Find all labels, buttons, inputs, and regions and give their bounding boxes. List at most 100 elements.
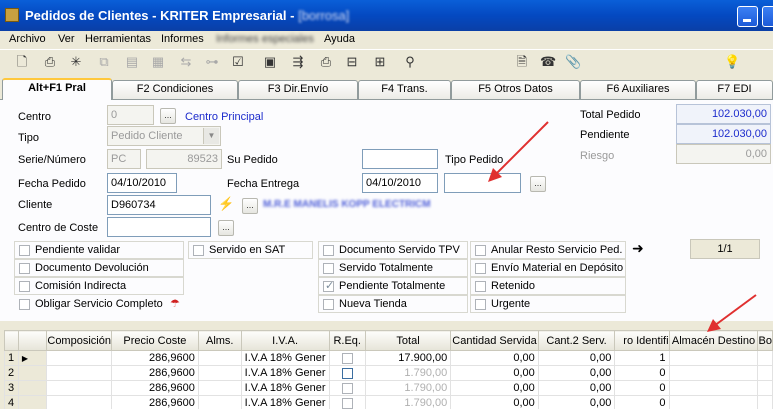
- cell-total[interactable]: 17.900,00: [364, 350, 452, 366]
- col-cant2-serv[interactable]: Cant.2 Serv.: [537, 330, 616, 351]
- cell-total[interactable]: 1.790,00: [364, 380, 452, 396]
- centro-coste-lookup-button[interactable]: ...: [218, 220, 234, 236]
- printer-icon[interactable]: ⎙: [318, 54, 334, 70]
- table-row[interactable]: 2 286,9600 I.V.A 18% Gener 1.790,00 0,00…: [4, 365, 773, 381]
- checkbox-box[interactable]: [19, 263, 30, 274]
- checkbox-box[interactable]: [475, 299, 486, 310]
- tab-pral[interactable]: Alt+F1 Pral: [2, 78, 112, 100]
- tree2-icon[interactable]: ⊞: [372, 54, 388, 70]
- cell-iva[interactable]: I.V.A 18% Gener: [240, 350, 330, 366]
- documento-devolucion-checkbox[interactable]: Documento Devolución: [14, 259, 184, 277]
- fecha-entrega-field[interactable]: 04/10/2010: [362, 173, 438, 193]
- cell-composicion[interactable]: [46, 365, 112, 381]
- cell-bo[interactable]: [757, 395, 773, 409]
- cell-cant2-serv[interactable]: 0,00: [537, 395, 616, 409]
- bulb-icon[interactable]: 💡: [724, 54, 740, 70]
- table-row[interactable]: 1 ▶ 286,9600 I.V.A 18% Gener 17.900,00 0…: [4, 350, 773, 366]
- cell-cantidad-servida[interactable]: 0,00: [450, 350, 539, 366]
- cell-nro-identif[interactable]: 0: [614, 380, 670, 396]
- checkbox-box[interactable]: [193, 245, 204, 256]
- cell-almacen-destino[interactable]: [668, 350, 759, 366]
- cell-almacen-destino[interactable]: [668, 365, 759, 381]
- network-icon[interactable]: ⇶: [290, 54, 306, 70]
- pendiente-validar-checkbox[interactable]: Pendiente validar: [14, 241, 184, 259]
- cell-cant2-serv[interactable]: 0,00: [537, 380, 616, 396]
- checkbox-box[interactable]: [475, 281, 486, 292]
- cell-req[interactable]: [328, 365, 366, 381]
- cell-composicion[interactable]: [46, 380, 112, 396]
- cell-nro-identif[interactable]: 0: [614, 365, 670, 381]
- arrow-right-icon[interactable]: ➜: [632, 240, 644, 257]
- col-precio-coste[interactable]: Precio Coste: [110, 330, 199, 351]
- urgente-checkbox[interactable]: Urgente: [470, 295, 626, 313]
- col-composicion[interactable]: Composición: [46, 330, 112, 351]
- cell-total[interactable]: 1.790,00: [364, 365, 452, 381]
- cell-req[interactable]: [328, 380, 366, 396]
- cell-precio-coste[interactable]: 286,9600: [110, 365, 199, 381]
- cliente-field[interactable]: D960734: [107, 195, 211, 215]
- req-checkbox[interactable]: [341, 382, 353, 394]
- menu-ver[interactable]: Ver: [58, 33, 75, 45]
- cell-composicion[interactable]: [46, 350, 112, 366]
- chevron-down-icon[interactable]: ▼: [203, 128, 219, 144]
- col-total[interactable]: Total: [364, 330, 452, 351]
- checkbox-box[interactable]: [19, 299, 30, 310]
- checkbox-box[interactable]: [323, 263, 334, 274]
- cell-bo[interactable]: [757, 365, 773, 381]
- obligar-servicio-checkbox[interactable]: Obligar Servicio Completo ☂: [14, 295, 184, 313]
- su-pedido-field[interactable]: [362, 149, 438, 169]
- numero-field[interactable]: 89523: [146, 149, 222, 169]
- cell-precio-coste[interactable]: 286,9600: [110, 380, 199, 396]
- paperclip-icon[interactable]: 📎: [565, 54, 581, 70]
- cell-iva[interactable]: I.V.A 18% Gener: [240, 365, 330, 381]
- menu-archivo[interactable]: Archivo: [9, 33, 46, 45]
- cell-nro-identif[interactable]: 1: [614, 350, 670, 366]
- tab-trans[interactable]: F4 Trans.: [358, 80, 451, 99]
- split-icon[interactable]: ⇆: [178, 54, 194, 70]
- cell-nro-identif[interactable]: 0: [614, 395, 670, 409]
- doc-grid-icon[interactable]: ▦: [150, 54, 166, 70]
- serie-field[interactable]: PC: [107, 149, 141, 169]
- col-req[interactable]: R.Eq.: [328, 330, 366, 351]
- new-doc-icon[interactable]: 🗋: [14, 54, 30, 70]
- menu-ayuda[interactable]: Ayuda: [324, 33, 355, 45]
- cell-cantidad-servida[interactable]: 0,00: [450, 365, 539, 381]
- cell-bo[interactable]: [757, 380, 773, 396]
- nueva-tienda-checkbox[interactable]: Nueva Tienda: [318, 295, 468, 313]
- tab-auxiliares[interactable]: F6 Auxiliares: [580, 80, 696, 99]
- print-icon[interactable]: ⎙: [42, 54, 58, 70]
- grid-col-selector[interactable]: [17, 330, 48, 351]
- cell-alms[interactable]: [197, 380, 242, 396]
- minimize-button[interactable]: [737, 6, 758, 27]
- col-alms[interactable]: Alms.: [197, 330, 242, 351]
- table-row[interactable]: 4 286,9600 I.V.A 18% Gener 1.790,00 0,00…: [4, 395, 773, 409]
- centro-coste-field[interactable]: [107, 217, 211, 237]
- notepad-icon[interactable]: 🗎: [514, 54, 530, 70]
- tipo-pedido-lookup-button[interactable]: ...: [530, 176, 546, 192]
- cell-req[interactable]: [328, 395, 366, 409]
- diagram-icon[interactable]: ⊟: [344, 54, 360, 70]
- menu-informes-especiales[interactable]: Informes especiales: [216, 33, 314, 45]
- pendiente-totalmente-checkbox[interactable]: ✓ Pendiente Totalmente: [318, 277, 468, 295]
- cell-req[interactable]: [328, 350, 366, 366]
- phone-icon[interactable]: ☎: [540, 54, 556, 70]
- checkbox-box[interactable]: [19, 245, 30, 256]
- tree-icon[interactable]: ⊶: [204, 54, 220, 70]
- cell-almacen-destino[interactable]: [668, 380, 759, 396]
- cell-composicion[interactable]: [46, 395, 112, 409]
- crosshair-icon[interactable]: ✳: [68, 54, 84, 70]
- servido-sat-checkbox[interactable]: Servido en SAT: [188, 241, 313, 259]
- envio-material-checkbox[interactable]: Envío Material en Depósito: [470, 259, 626, 277]
- cell-alms[interactable]: [197, 350, 242, 366]
- centro-lookup-button[interactable]: ...: [160, 108, 176, 124]
- cell-cantidad-servida[interactable]: 0,00: [450, 395, 539, 409]
- documento-tpv-checkbox[interactable]: Documento Servido TPV: [318, 241, 468, 259]
- req-checkbox[interactable]: [341, 367, 353, 379]
- cell-iva[interactable]: I.V.A 18% Gener: [240, 395, 330, 409]
- calculator-icon[interactable]: ▣: [262, 54, 278, 70]
- checkbox-box[interactable]: [475, 245, 486, 256]
- col-cantidad-servida[interactable]: Cantidad Servida: [450, 330, 539, 351]
- cell-precio-coste[interactable]: 286,9600: [110, 395, 199, 409]
- col-almacen-destino[interactable]: Almacén Destino: [668, 330, 759, 351]
- centro-field[interactable]: 0: [107, 105, 154, 125]
